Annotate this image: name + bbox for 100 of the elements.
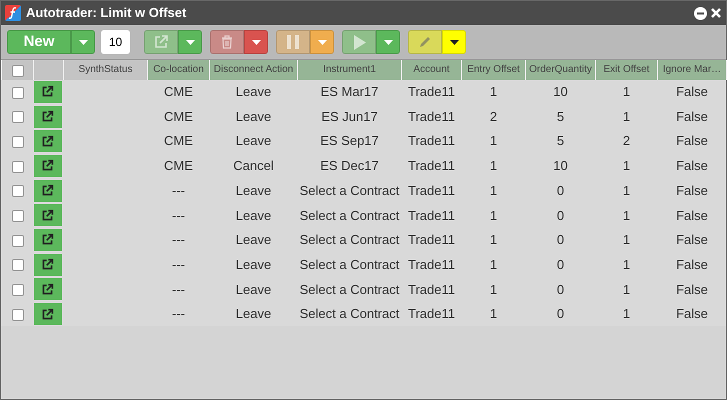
table-cell-text: Leave: [234, 231, 272, 250]
checkbox[interactable]: [12, 210, 24, 222]
table-cell: CME: [148, 80, 210, 104]
launch-icon: [41, 208, 54, 222]
table-cell-text: ES Sep17: [319, 132, 380, 150]
table-cell-text: Select a Contract: [298, 305, 400, 324]
column-header[interactable]: OrderQuantity: [526, 60, 596, 80]
table-cell-text: False: [675, 231, 709, 250]
open-button[interactable]: [34, 303, 62, 326]
checkbox[interactable]: [12, 136, 24, 148]
table-cell: ES Mar17: [298, 80, 402, 104]
table-cell-text: Select a Contract: [298, 231, 400, 250]
table-cell-text: ---: [171, 206, 186, 225]
checkbox[interactable]: [12, 234, 24, 247]
column-header[interactable]: Ignore Mar…: [658, 60, 726, 80]
table-cell: Leave: [210, 80, 298, 104]
table-cell-text: Trade11: [407, 182, 456, 200]
table-cell-text: 2: [488, 108, 498, 126]
column-header[interactable]: Entry Offset: [462, 60, 526, 80]
checkbox[interactable]: [12, 259, 24, 272]
launch-icon: [41, 282, 54, 296]
table-cell-text: False: [675, 182, 709, 200]
table-cell-text: Trade11: [407, 157, 456, 176]
launch-icon: [41, 308, 54, 321]
caret-icon: [78, 40, 88, 44]
table-cell-text: ES Jun17: [320, 108, 379, 126]
checkbox[interactable]: [12, 64, 24, 77]
table-cell-text: 0: [556, 305, 566, 324]
table-cell-text: 0: [556, 182, 566, 200]
column-header[interactable]: Instrument1: [298, 60, 402, 80]
column-header[interactable]: Account: [402, 60, 462, 80]
table-cell-text: False: [675, 206, 709, 225]
launch-icon: [41, 233, 54, 246]
table-cell-text: False: [675, 305, 709, 324]
table-cell-text: Trade11: [407, 132, 456, 150]
column-header[interactable]: Disconnect Action: [210, 60, 298, 80]
checkbox[interactable]: [12, 111, 24, 124]
open-button[interactable]: [34, 180, 62, 202]
checkbox[interactable]: [12, 185, 24, 198]
checkbox[interactable]: [12, 284, 24, 296]
table-cell-text: 0: [556, 256, 566, 274]
table-cell-text: 1: [622, 256, 632, 274]
column-header[interactable]: Co-location: [148, 60, 210, 80]
table-cell-text: Trade11: [407, 280, 456, 299]
checkbox[interactable]: [12, 86, 24, 99]
table-cell-text: ---: [171, 182, 186, 200]
open-button[interactable]: [34, 106, 62, 128]
checkbox[interactable]: [12, 160, 24, 173]
table-cell-text: 1: [488, 182, 498, 200]
table-cell-text: 1: [622, 280, 632, 299]
table-cell-text: False: [675, 157, 709, 176]
column-header[interactable]: Exit Offset: [596, 60, 658, 80]
caret-icon: [318, 40, 326, 44]
window-title: Autotrader: Limit w Offset: [26, 4, 186, 22]
table-cell-text: 1: [622, 182, 632, 200]
table-cell-text: ---: [171, 256, 186, 274]
minimize-icon[interactable]: [694, 6, 707, 20]
table-cell-text: False: [675, 108, 709, 126]
table-cell-text: CME: [163, 157, 194, 176]
table-cell-text: Trade11: [407, 108, 456, 126]
open-button[interactable]: [34, 228, 62, 251]
open-button[interactable]: [34, 278, 62, 300]
checkbox[interactable]: [12, 308, 24, 321]
table-cell-text: Leave: [234, 305, 272, 324]
table-cell-text: Leave: [234, 132, 272, 150]
trash-icon: [221, 35, 233, 49]
close-icon[interactable]: [710, 7, 722, 19]
table-cell-text: Trade11: [407, 256, 456, 274]
pause-icon: [286, 34, 300, 50]
table-cell-text: 1: [622, 157, 632, 176]
launch-icon: [41, 258, 54, 272]
table-cell-text: ---: [171, 280, 186, 299]
open-button[interactable]: [34, 204, 62, 226]
open-button[interactable]: [34, 154, 62, 177]
table-cell-text: ES Dec17: [319, 157, 380, 176]
caret-icon: [384, 40, 392, 44]
open-button[interactable]: [34, 80, 62, 103]
table-cell-text: CME: [163, 108, 194, 126]
play-icon: [352, 34, 366, 50]
table-cell-text: Leave: [234, 256, 272, 274]
table-cell-text: 0: [556, 280, 566, 299]
table-cell-text: Select a Contract: [298, 280, 400, 299]
open-button[interactable]: [34, 254, 62, 276]
table-cell: 1: [462, 80, 526, 104]
caret-icon: [450, 40, 458, 44]
caret-icon: [252, 40, 260, 44]
open-button[interactable]: [34, 130, 62, 152]
table-cell-text: 1: [622, 305, 632, 324]
dropdown-button[interactable]: [442, 30, 466, 54]
launch-icon: [41, 184, 54, 198]
new-dropdown-button[interactable]: [71, 30, 95, 54]
table-cell-text: 5: [556, 108, 566, 126]
pencil-icon: [418, 35, 432, 49]
table-cell-text: 1: [488, 157, 498, 176]
column-header[interactable]: SynthStatus: [64, 60, 148, 80]
new-button[interactable]: New: [7, 30, 71, 54]
table-cell: Trade11: [402, 80, 462, 104]
quantity-field[interactable]: 10: [101, 30, 130, 54]
table-cell-text: 0: [556, 231, 566, 250]
table-cell-text: Trade11: [407, 305, 456, 324]
